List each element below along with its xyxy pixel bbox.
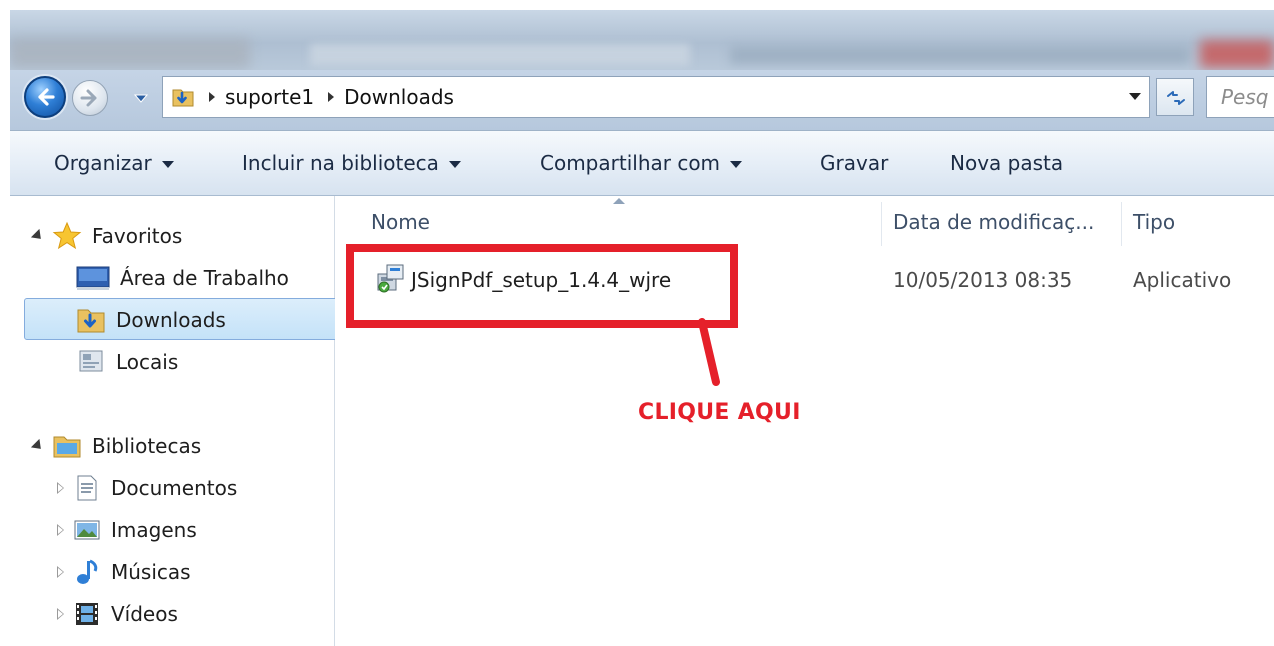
favorites-label: Favoritos [92, 224, 183, 248]
arrow-left-icon [38, 88, 55, 106]
command-bar: Organizar Incluir na biblioteca Comparti… [10, 131, 1274, 196]
burn-label: Gravar [820, 151, 889, 175]
pictures-icon [74, 520, 100, 540]
organize-label: Organizar [54, 151, 152, 175]
sidebar-item-pictures[interactable]: Imagens [57, 510, 197, 550]
include-library-label: Incluir na biblioteca [242, 151, 439, 175]
expand-closed-icon[interactable] [57, 608, 65, 620]
expand-open-icon[interactable] [30, 228, 46, 244]
new-folder-label: Nova pasta [950, 151, 1064, 175]
search-input[interactable]: Pesq [1206, 76, 1274, 118]
back-button[interactable] [24, 76, 66, 118]
burn-button[interactable]: Gravar [820, 151, 888, 175]
address-bar[interactable]: suporte1 Downloads [162, 76, 1150, 118]
organize-button[interactable]: Organizar [54, 151, 174, 175]
breadcrumb-separator[interactable] [328, 92, 335, 102]
forward-button[interactable] [72, 80, 108, 116]
blurred-region [310, 44, 690, 66]
annotation-highlight-box [346, 244, 738, 328]
libraries-label: Bibliotecas [92, 434, 202, 458]
libraries-icon [53, 436, 81, 458]
breadcrumb-separator[interactable] [209, 92, 215, 102]
expand-closed-icon[interactable] [57, 524, 65, 536]
sidebar-item-documents[interactable]: Documentos [57, 468, 238, 508]
refresh-icon [1167, 91, 1185, 105]
sidebar-item-videos[interactable]: Vídeos [57, 594, 178, 634]
downloads-folder-icon [77, 309, 105, 333]
expand-closed-icon[interactable] [57, 482, 65, 494]
file-date: 10/05/2013 08:35 [893, 268, 1073, 292]
chevron-down-icon [730, 161, 743, 168]
sidebar-item-label: Músicas [111, 560, 191, 584]
desktop-icon [76, 266, 110, 290]
window-titlebar [10, 10, 1274, 70]
breadcrumb-downloads[interactable]: Downloads [344, 85, 454, 109]
share-with-label: Compartilhar com [540, 151, 721, 175]
include-library-button[interactable]: Incluir na biblioteca [242, 151, 461, 175]
search-placeholder: Pesq [1221, 85, 1269, 109]
navigation-pane: Favoritos Área de Trabalho Downloads Loc… [10, 196, 338, 646]
annotation-callout: CLIQUE AQUI [638, 400, 801, 425]
video-film-icon [76, 603, 98, 625]
sidebar-item-label: Área de Trabalho [120, 266, 289, 290]
expand-open-icon[interactable] [30, 438, 46, 454]
sidebar-item-recent-places[interactable]: Locais [76, 342, 178, 382]
music-note-icon [77, 559, 98, 584]
sidebar-item-label: Imagens [111, 518, 197, 542]
tree-libraries[interactable]: Bibliotecas [30, 426, 202, 466]
sidebar-item-music[interactable]: Músicas [57, 552, 191, 592]
file-type: Aplicativo [1133, 268, 1232, 292]
breadcrumb-suporte1[interactable]: suporte1 [225, 85, 314, 109]
blurred-region [10, 38, 250, 68]
column-header-type[interactable]: Tipo [1133, 210, 1175, 234]
sidebar-item-label: Vídeos [111, 602, 178, 626]
expand-closed-icon[interactable] [57, 566, 65, 578]
share-with-button[interactable]: Compartilhar com [540, 151, 743, 175]
star-icon [52, 221, 82, 250]
navigation-bar: suporte1 Downloads Pesq [10, 70, 1274, 131]
sidebar-item-label: Locais [116, 350, 179, 374]
refresh-button[interactable] [1156, 78, 1194, 116]
column-header-date[interactable]: Data de modificaç... [893, 210, 1094, 234]
recent-pages-dropdown[interactable] [134, 92, 148, 104]
column-divider[interactable] [881, 202, 882, 246]
column-divider[interactable] [1121, 202, 1122, 246]
new-folder-button[interactable]: Nova pasta [950, 151, 1063, 175]
sidebar-item-desktop[interactable]: Área de Trabalho [76, 258, 289, 298]
downloads-folder-icon [172, 89, 194, 107]
close-button[interactable] [1200, 40, 1274, 68]
column-header-name[interactable]: Nome [371, 210, 430, 234]
documents-icon [77, 475, 97, 501]
chevron-down-icon [161, 161, 174, 168]
annotation-pointer-line [698, 318, 720, 386]
arrow-right-icon [80, 89, 97, 107]
recent-places-icon [79, 350, 103, 372]
chevron-down-icon [448, 161, 461, 168]
blurred-region [730, 46, 1190, 64]
chevron-down-icon[interactable] [1129, 93, 1141, 100]
sort-ascending-icon [613, 198, 625, 204]
sidebar-item-label: Downloads [116, 308, 226, 332]
sidebar-item-downloads[interactable]: Downloads [76, 300, 226, 340]
tree-favorites[interactable]: Favoritos [30, 216, 183, 256]
sidebar-item-label: Documentos [111, 476, 238, 500]
